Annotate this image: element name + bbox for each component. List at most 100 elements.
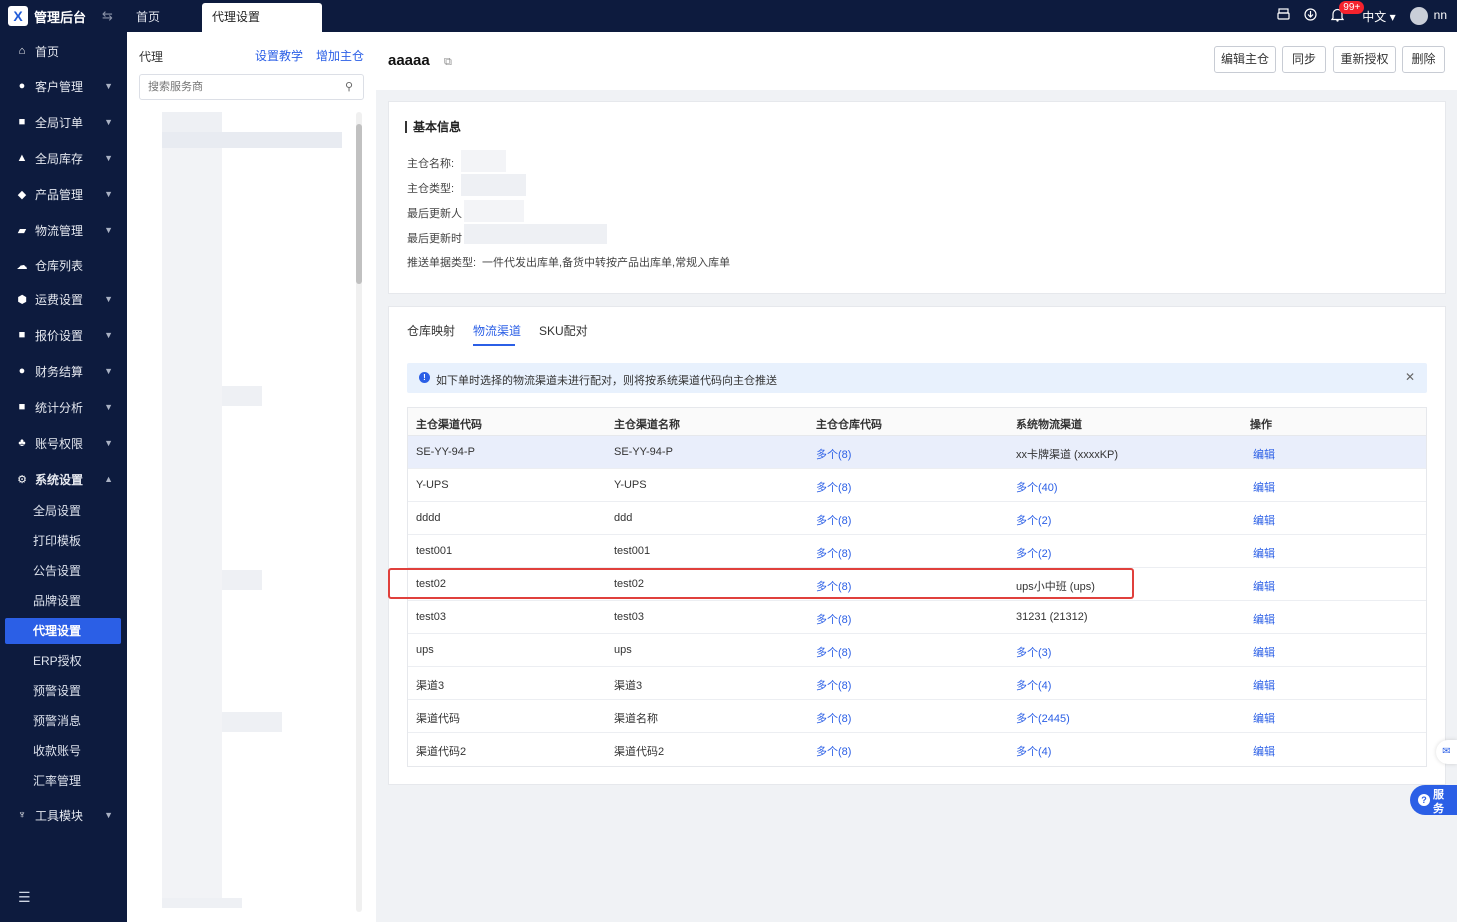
edit-warehouse-button[interactable]: 编辑主仓 [1214, 46, 1276, 73]
sidebar-item-system-settings[interactable]: ⚙ 系统设置 ▲ [0, 464, 127, 494]
edit-link[interactable]: 编辑 [1253, 446, 1275, 462]
avatar [1409, 7, 1428, 25]
app-logo[interactable]: X 管理后台 [8, 5, 86, 27]
col-header-warehouse-code: 主仓仓库代码 [816, 419, 882, 431]
tab-logistics-channels[interactable]: 物流渠道 [473, 322, 521, 339]
sidebar-item-freight[interactable]: ⬢ 运费设置 ▼ [0, 284, 127, 314]
sidebar: ⌂ 首页 ● 客户管理 ▼ ■ 全局订单 ▼ ▲ 全局库存 ▼ ◆ 产品管理 ▼ ▰ 物流管理 ▼ ☁… [0, 32, 127, 922]
user-menu[interactable]: nn [1409, 7, 1447, 25]
sidebar-item-orders[interactable]: ■ 全局订单 ▼ [0, 107, 127, 137]
cell-warehouse-code-link[interactable]: 多个(8) [816, 545, 851, 561]
cell-warehouse-code-link[interactable]: 多个(8) [816, 644, 851, 660]
truck-icon: ▰ [17, 224, 27, 237]
edit-link[interactable]: 编辑 [1253, 545, 1275, 561]
sidebar-item-logistics[interactable]: ▰ 物流管理 ▼ [0, 215, 127, 245]
edit-link[interactable]: 编辑 [1253, 578, 1275, 594]
chevron-down-icon: ▼ [104, 366, 113, 376]
cell-channel-name: test03 [614, 611, 644, 623]
search-provider-input[interactable] [139, 74, 364, 100]
cell-warehouse-code-link[interactable]: 多个(8) [816, 611, 851, 627]
edit-link[interactable]: 编辑 [1253, 479, 1275, 495]
chevron-down-icon: ▼ [104, 189, 113, 199]
cell-system-channel-link[interactable]: 多个(4) [1016, 743, 1051, 759]
sidebar-item-stats[interactable]: ■ 统计分析 ▼ [0, 392, 127, 422]
close-icon[interactable]: ✕ [1405, 370, 1415, 384]
sidebar-sub-brand[interactable]: 品牌设置 [5, 588, 121, 614]
reauthorize-button[interactable]: 重新授权 [1333, 46, 1396, 73]
edit-link[interactable]: 编辑 [1253, 710, 1275, 726]
cell-warehouse-code-link[interactable]: 多个(8) [816, 479, 851, 495]
sidebar-item-warehouses[interactable]: ☁ 仓库列表 [0, 250, 127, 280]
table-row: 渠道3 渠道3 多个(8) 多个(4) 编辑 [408, 667, 1426, 700]
redacted-value [464, 224, 607, 244]
chevron-up-icon: ▲ [104, 474, 113, 484]
cell-channel-code: test001 [416, 545, 453, 557]
service-button[interactable]: ? 服 务 [1410, 785, 1457, 815]
table-row: 渠道代码2 渠道代码2 多个(8) 多个(4) 编辑 [408, 733, 1426, 766]
inventory-icon: ▲ [16, 152, 28, 164]
sidebar-sub-print-templates[interactable]: 打印模板 [5, 528, 121, 554]
cell-warehouse-code-link[interactable]: 多个(8) [816, 743, 851, 759]
edit-link[interactable]: 编辑 [1253, 611, 1275, 627]
sidebar-sub-global-settings[interactable]: 全局设置 [5, 498, 121, 524]
menu-toggle-icon[interactable]: ☰ [18, 889, 31, 906]
header-actions: 99+ 中文 ▾ nn [1277, 0, 1447, 32]
cell-warehouse-code-link[interactable]: 多个(8) [816, 512, 851, 528]
add-warehouse-link[interactable]: 增加主仓 [316, 47, 364, 64]
sidebar-sub-alert-messages[interactable]: 预警消息 [5, 708, 121, 734]
delete-button[interactable]: 删除 [1402, 46, 1445, 73]
sidebar-sub-erp-auth[interactable]: ERP授权 [5, 648, 121, 674]
tools-icon: ♆ [17, 809, 27, 821]
agent-tree-scroll-thumb[interactable] [356, 124, 362, 284]
service-label-2: 务 [1433, 803, 1444, 815]
table-row: test03 test03 多个(8) 31231 (21312) 编辑 [408, 601, 1426, 634]
collapse-sidebar-icon[interactable]: ⇆ [102, 8, 113, 24]
cell-warehouse-code-link[interactable]: 多个(8) [816, 677, 851, 693]
notice-text: 如下单时选择的物流渠道未进行配对，则将按系统渠道代码向主仓推送 [436, 375, 777, 387]
language-select[interactable]: 中文 ▾ [1362, 8, 1395, 25]
cell-system-channel-link[interactable]: 多个(3) [1016, 644, 1051, 660]
tab-warehouse-mapping[interactable]: 仓库映射 [407, 322, 455, 339]
cell-warehouse-code-link[interactable]: 多个(8) [816, 446, 851, 462]
edit-link[interactable]: 编辑 [1253, 743, 1275, 759]
tab-sku-pairing[interactable]: SKU配对 [539, 322, 588, 339]
basic-info-title: 基本信息 [405, 121, 461, 133]
active-tab-indicator [473, 344, 515, 346]
sidebar-item-customers[interactable]: ● 客户管理 ▼ [0, 71, 127, 101]
setup-tutorial-link[interactable]: 设置教学 [255, 47, 303, 64]
sidebar-item-accounts[interactable]: ♣ 账号权限 ▼ [0, 428, 127, 458]
cell-system-channel-link[interactable]: 多个(40) [1016, 479, 1058, 495]
search-icon[interactable]: ⚲ [345, 80, 353, 93]
sidebar-item-finance[interactable]: ● 财务结算 ▼ [0, 356, 127, 386]
info-notice: ! 如下单时选择的物流渠道未进行配对，则将按系统渠道代码向主仓推送 ✕ [407, 363, 1427, 393]
sidebar-sub-alert-settings[interactable]: 预警设置 [5, 678, 121, 704]
sidebar-item-inventory[interactable]: ▲ 全局库存 ▼ [0, 143, 127, 173]
feedback-icon[interactable]: ✉ [1436, 740, 1457, 764]
chevron-down-icon: ▼ [104, 330, 113, 340]
tab-home[interactable]: 首页 [126, 3, 170, 32]
cell-system-channel-link[interactable]: 多个(2) [1016, 512, 1051, 528]
sync-button[interactable]: 同步 [1282, 46, 1326, 73]
notification-bell-icon[interactable]: 99+ [1331, 0, 1365, 25]
cell-warehouse-code-link[interactable]: 多个(8) [816, 710, 851, 726]
edit-link[interactable]: 编辑 [1253, 677, 1275, 693]
sidebar-item-tools[interactable]: ♆ 工具模块 ▼ [0, 800, 127, 830]
sidebar-sub-announcements[interactable]: 公告设置 [5, 558, 121, 584]
cell-system-channel-link[interactable]: 多个(4) [1016, 677, 1051, 693]
tab-agent-settings[interactable]: 代理设置 [202, 3, 322, 32]
edit-link[interactable]: 编辑 [1253, 512, 1275, 528]
edit-link[interactable]: 编辑 [1253, 644, 1275, 660]
col-header-channel-code: 主仓渠道代码 [416, 419, 482, 431]
mapping-card: 仓库映射 物流渠道 SKU配对 ! 如下单时选择的物流渠道未进行配对，则将按系统… [388, 306, 1446, 785]
sidebar-sub-agent-settings[interactable]: 代理设置 [5, 618, 121, 644]
printer-icon[interactable] [1277, 8, 1290, 24]
sidebar-item-products[interactable]: ◆ 产品管理 ▼ [0, 179, 127, 209]
sidebar-sub-exchange-rates[interactable]: 汇率管理 [5, 768, 121, 794]
cell-system-channel-link[interactable]: 多个(2445) [1016, 710, 1070, 726]
sidebar-sub-payment-accounts[interactable]: 收款账号 [5, 738, 121, 764]
download-icon[interactable] [1304, 8, 1317, 24]
sidebar-item-quotes[interactable]: ■ 报价设置 ▼ [0, 320, 127, 350]
cell-system-channel-link[interactable]: 多个(2) [1016, 545, 1051, 561]
copy-icon[interactable]: ⧉ [444, 56, 452, 69]
sidebar-item-home[interactable]: ⌂ 首页 [0, 36, 127, 66]
